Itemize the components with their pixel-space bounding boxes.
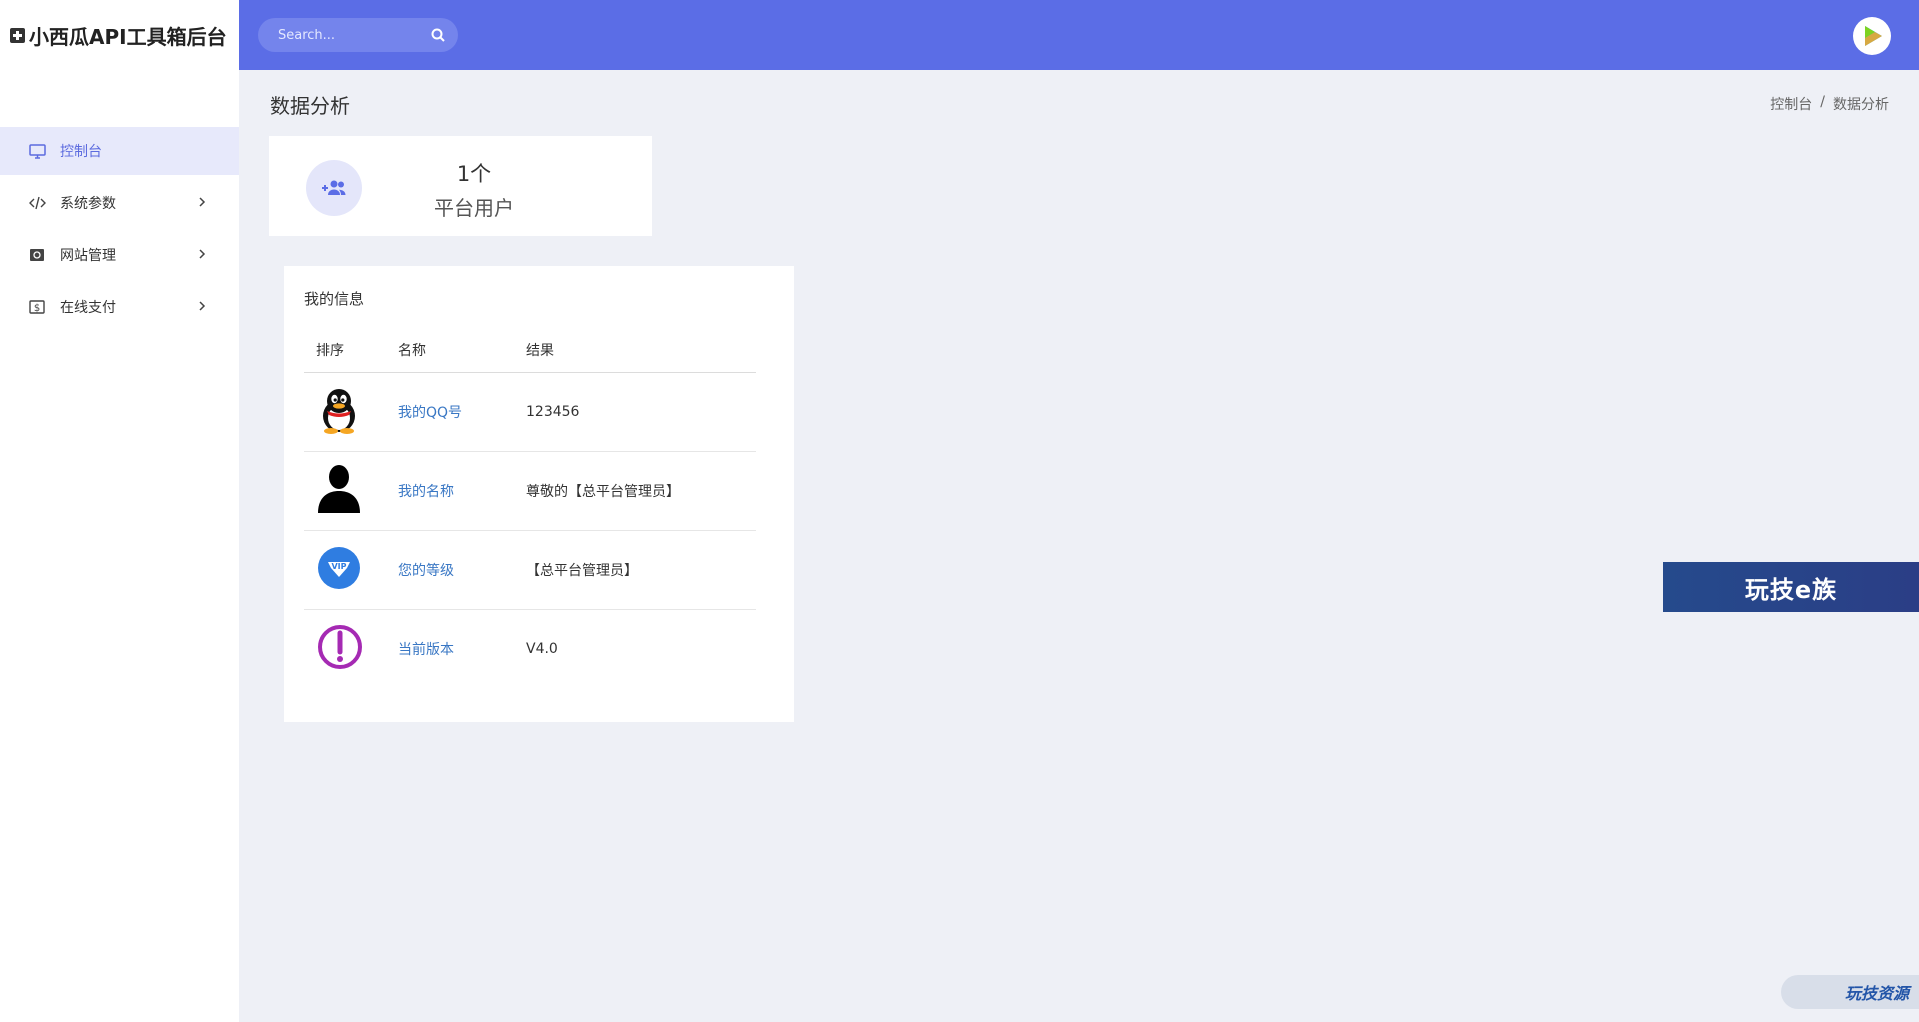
table-row: 当前版本 V4.0	[304, 609, 756, 688]
table-row: VIP 您的等级 【总平台管理员】	[304, 530, 756, 610]
svg-text:VIP: VIP	[331, 562, 346, 571]
breadcrumb: 控制台 / 数据分析	[1770, 94, 1889, 114]
breadcrumb-item-current: 数据分析	[1833, 97, 1889, 113]
stat-card-users: 1个 平台用户	[269, 136, 652, 236]
bottom-badge[interactable]: 玩技资源	[1781, 975, 1919, 1009]
svg-text:$: $	[34, 303, 40, 314]
sidebar-item-label: 在线支付	[60, 300, 116, 316]
web-icon	[28, 246, 46, 264]
monitor-icon	[28, 142, 46, 160]
info-value-level: 【总平台管理员】	[514, 530, 756, 610]
plus-square-icon	[10, 27, 25, 43]
chevron-right-icon	[199, 197, 206, 207]
search-input[interactable]	[278, 27, 430, 43]
sidebar-item-online-pay[interactable]: $ 在线支付	[0, 283, 239, 331]
code-icon	[28, 194, 46, 212]
sidebar-item-label: 网站管理	[60, 248, 116, 264]
ad-banner[interactable]: 玩技e族	[1663, 562, 1919, 612]
exclamation-icon	[318, 624, 362, 669]
user-silhouette-icon	[318, 464, 360, 513]
breadcrumb-item-dashboard[interactable]: 控制台	[1770, 94, 1812, 114]
header-result: 结果	[514, 336, 756, 373]
stat-value: 1个	[456, 162, 492, 186]
page-title: 数据分析	[270, 94, 350, 118]
sidebar-item-system-params[interactable]: 系统参数	[0, 179, 239, 227]
sidebar-menu: 控制台 系统参数 网站管理 $ 在线支付	[0, 127, 239, 335]
brand-title: 小西瓜API工具箱后台	[29, 24, 227, 49]
sidebar-item-label: 系统参数	[60, 196, 116, 212]
info-name-username[interactable]: 我的名称	[386, 451, 514, 531]
vip-badge-icon: VIP	[318, 546, 360, 589]
sidebar: 小西瓜API工具箱后台 控制台 系统参数 网站管理 $ 在线支付	[0, 0, 239, 1022]
breadcrumb-separator: /	[1820, 94, 1825, 110]
info-value-qq: 123456	[514, 372, 756, 452]
card-title: 我的信息	[304, 290, 365, 308]
table-row: 我的名称 尊敬的【总平台管理员】	[304, 451, 756, 531]
info-table: 排序 名称 结果 我的QQ号 123456 我的名称 尊敬的【总平台管理员】 V…	[304, 336, 756, 688]
search-icon[interactable]	[430, 27, 446, 43]
bottom-badge-text: 玩技资源	[1844, 984, 1909, 1003]
qq-penguin-icon	[323, 388, 355, 434]
top-header	[239, 0, 1919, 70]
info-value-version: V4.0	[526, 640, 558, 657]
my-info-card: 我的信息 排序 名称 结果 我的QQ号 123456 我的名称 尊敬的【总平台管…	[284, 266, 794, 722]
info-value-username: 尊敬的【总平台管理员】	[514, 451, 756, 531]
search-box[interactable]	[258, 18, 458, 52]
table-row: 我的QQ号 123456	[304, 372, 756, 452]
brand[interactable]: 小西瓜API工具箱后台	[0, 0, 239, 70]
header-name: 名称	[386, 336, 514, 373]
chevron-right-icon	[199, 301, 206, 311]
ad-banner-text: 玩技e族	[1744, 575, 1838, 604]
info-name-version[interactable]: 当前版本	[386, 609, 514, 688]
header-order: 排序	[304, 336, 386, 373]
sidebar-item-site-manage[interactable]: 网站管理	[0, 231, 239, 279]
table-header-row: 排序 名称 结果	[304, 336, 756, 373]
stat-label: 平台用户	[434, 196, 514, 220]
play-logo-icon	[1857, 21, 1887, 51]
avatar[interactable]	[1853, 17, 1891, 55]
info-name-level[interactable]: 您的等级	[386, 530, 514, 610]
info-name-qq[interactable]: 我的QQ号	[386, 372, 514, 452]
sidebar-item-dashboard[interactable]: 控制台	[0, 127, 239, 175]
dollar-icon: $	[28, 298, 46, 316]
sidebar-item-label: 控制台	[60, 144, 102, 160]
chevron-right-icon	[199, 249, 206, 259]
